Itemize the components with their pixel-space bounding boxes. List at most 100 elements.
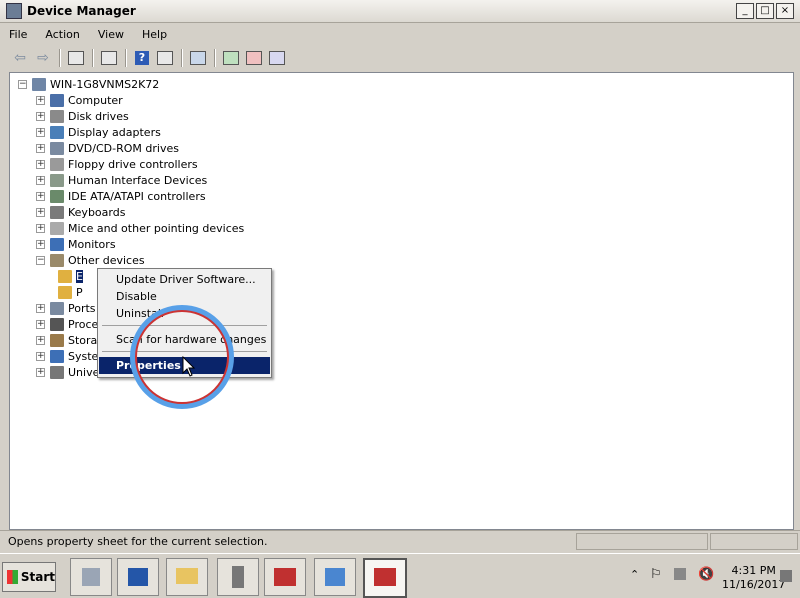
menu-help[interactable]: Help [133,28,176,41]
menu-file[interactable]: File [0,28,36,41]
show-hidden-icons-icon[interactable]: ⌃ [630,568,639,581]
monitor-icon [50,237,64,251]
storage-icon [50,333,64,347]
action-pane-button[interactable] [155,48,175,68]
system-devices-icon [50,349,64,363]
tree-node[interactable]: − Other devices [36,252,145,268]
expand-toggle[interactable]: + [36,95,45,105]
tree-child-node[interactable]: E [58,268,83,284]
tree-node[interactable]: + Proce [36,316,98,332]
windows-logo-icon [7,570,18,584]
disable-device-button[interactable] [267,48,287,68]
status-panel [710,533,798,550]
tree-node[interactable]: + Floppy drive controllers [36,156,198,172]
taskbar-powershell[interactable] [117,558,159,596]
computer-icon [50,93,64,107]
collapse-toggle[interactable]: − [36,255,45,265]
usb-icon [50,365,64,379]
disable-menu-item[interactable]: Disable [99,288,270,305]
taskbar-control-panel[interactable] [314,558,356,596]
maximize-button[interactable]: □ [756,3,774,19]
scan-hardware-button[interactable] [188,48,208,68]
taskbar-server-app[interactable] [217,558,259,596]
expand-toggle[interactable]: + [36,335,45,345]
tree-node[interactable]: + Display adapters [36,124,161,140]
computer-root-icon [32,77,46,91]
language-bar-icon[interactable] [780,570,792,582]
title-bar[interactable]: Device Manager _ □ × [0,0,800,23]
tree-node[interactable]: + Unive [36,364,99,380]
tree-root-label: WIN-1G8VNMS2K72 [50,77,160,91]
expand-toggle[interactable]: + [36,207,45,217]
tree-node-label: Other devices [68,253,145,267]
volume-icon[interactable]: 🔇 [698,567,714,582]
tree-node[interactable]: + Syste [36,348,98,364]
system-tray: ⌃ ⚐ 🔇 4:31 PM 11/16/2017 [626,558,796,594]
hid-icon [50,173,64,187]
tree-node[interactable]: + Human Interface Devices [36,172,207,188]
tree-child-node[interactable]: P [58,284,83,300]
other-devices-icon [50,253,64,267]
folder-icon [176,568,198,584]
status-panel [576,533,708,550]
taskbar-server-manager[interactable] [70,558,112,596]
tree-node[interactable]: + DVD/CD-ROM drives [36,140,179,156]
menu-action[interactable]: Action [36,28,88,41]
tree-node-label: Ports [68,301,96,315]
action-center-flag-icon[interactable]: ⚐ [650,567,662,582]
taskbar-toolbox[interactable] [264,558,306,596]
tree-node-label: Monitors [68,237,116,251]
tree-node-label: Display adapters [68,125,161,139]
menu-view[interactable]: View [89,28,133,41]
window-title: Device Manager [27,4,136,18]
tree-node[interactable]: + Mice and other pointing devices [36,220,244,236]
expand-toggle[interactable]: + [36,175,45,185]
show-hide-console-tree-button[interactable] [66,48,86,68]
expand-toggle[interactable]: + [36,159,45,169]
tree-node-label: Syste [68,349,99,363]
help-toolbar-button[interactable]: ? [132,48,152,68]
tree-root[interactable]: − WIN-1G8VNMS2K72 [18,76,159,92]
tree-node[interactable]: + Ports [36,300,96,316]
expand-toggle[interactable]: + [36,127,45,137]
expand-toggle[interactable]: + [36,111,45,121]
update-driver-software-menu-item[interactable]: Update Driver Software... [99,271,270,288]
back-button[interactable]: ⇦ [10,48,30,68]
expand-toggle[interactable]: + [36,303,45,313]
expand-toggle[interactable]: + [36,191,45,201]
update-driver-button[interactable] [221,48,241,68]
close-button[interactable]: × [776,3,794,19]
server-manager-icon [82,568,100,586]
forward-button[interactable]: ⇨ [33,48,53,68]
expand-toggle[interactable]: + [36,351,45,361]
tree-node[interactable]: + Disk drives [36,108,129,124]
minimize-button[interactable]: _ [736,3,754,19]
ide-controller-icon [50,189,64,203]
taskbar-device-manager[interactable] [363,558,407,598]
action-pane-icon [157,51,173,65]
taskbar-explorer[interactable] [166,558,208,596]
console-tree-icon [68,51,84,65]
collapse-toggle[interactable]: − [18,79,27,89]
expand-toggle[interactable]: + [36,143,45,153]
expand-toggle[interactable]: + [36,367,45,377]
network-icon[interactable] [674,568,686,580]
expand-toggle[interactable]: + [36,319,45,329]
tree-node[interactable]: + Stora [36,332,97,348]
expand-toggle[interactable]: + [36,239,45,249]
expand-toggle[interactable]: + [36,223,45,233]
toolbar-separator [214,49,216,67]
tree-node[interactable]: + Keyboards [36,204,125,220]
tree-node[interactable]: + Computer [36,92,123,108]
toolbox-icon [374,568,396,586]
floppy-controller-icon [50,157,64,171]
properties-toolbar-button[interactable] [99,48,119,68]
mouse-icon [50,221,64,235]
ports-icon [50,301,64,315]
start-button[interactable]: Start [2,562,56,592]
clock[interactable]: 4:31 PM 11/16/2017 [722,564,785,592]
uninstall-device-button[interactable] [244,48,264,68]
mouse-cursor-icon [182,356,196,377]
tree-node[interactable]: + IDE ATA/ATAPI controllers [36,188,206,204]
tree-node[interactable]: + Monitors [36,236,116,252]
